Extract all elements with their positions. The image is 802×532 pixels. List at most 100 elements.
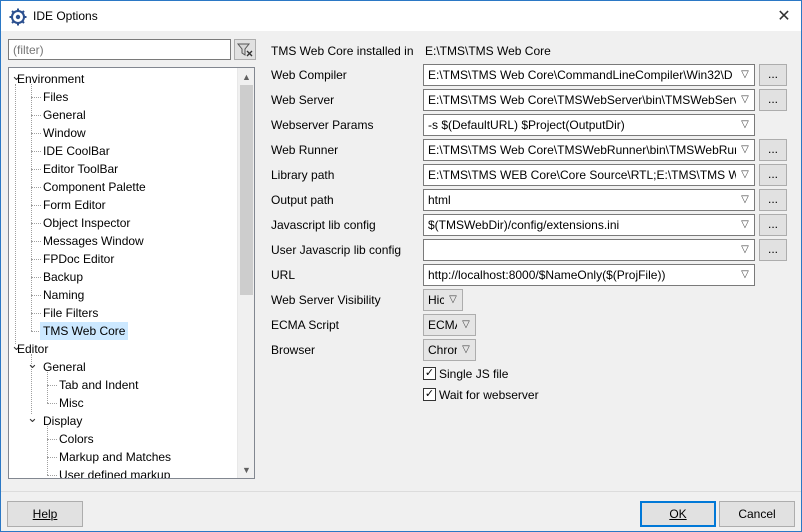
- chevron-down-icon[interactable]: ▽: [739, 68, 751, 82]
- installed-row: TMS Web Core installed in E:\TMS\TMS Web…: [261, 40, 801, 62]
- chevron-down-icon[interactable]: ▽: [447, 293, 459, 307]
- scroll-thumb[interactable]: [240, 85, 253, 295]
- js-lib-config-combo[interactable]: $(TMSWebDir)/config/extensions.ini ▽: [423, 214, 755, 236]
- output-path-value: html: [428, 193, 451, 207]
- chevron-down-icon[interactable]: ▽: [739, 143, 751, 157]
- output-path-row: Output path html ▽ ...: [261, 189, 801, 211]
- tree-item[interactable]: Markup and Matches: [9, 448, 238, 466]
- scroll-up-arrow-icon[interactable]: ▲: [238, 68, 254, 85]
- web-runner-label: Web Runner: [271, 143, 339, 157]
- browser-combo[interactable]: Chror ▽: [423, 339, 476, 361]
- tree-item[interactable]: ⌄ Environment: [9, 69, 238, 88]
- tree-item[interactable]: Tab and Indent: [9, 376, 238, 394]
- js-lib-config-browse-button[interactable]: ...: [759, 214, 787, 236]
- chevron-down-icon[interactable]: ⌄: [27, 411, 38, 430]
- tree-item[interactable]: Backup: [9, 268, 238, 286]
- tree-item[interactable]: Editor ToolBar: [9, 160, 238, 178]
- tree-item[interactable]: ⌄ Editor: [9, 339, 238, 358]
- scroll-down-arrow-icon[interactable]: ▼: [238, 461, 254, 478]
- chevron-down-icon[interactable]: ▽: [739, 218, 751, 232]
- web-compiler-value: E:\TMS\TMS Web Core\CommandLineCompiler\…: [428, 68, 733, 82]
- left-panel: ⌄EnvironmentFilesGeneralWindowIDE CoolBa…: [1, 31, 261, 491]
- tree-item[interactable]: Files: [9, 88, 238, 106]
- chevron-down-icon[interactable]: ▽: [739, 243, 751, 257]
- library-path-combo[interactable]: E:\TMS\TMS WEB Core\Core Source\RTL;E:\T…: [423, 164, 755, 186]
- web-server-combo[interactable]: E:\TMS\TMS Web Core\TMSWebServer\bin\TMS…: [423, 89, 755, 111]
- browser-label: Browser: [271, 343, 316, 357]
- web-compiler-browse-button[interactable]: ...: [759, 64, 787, 86]
- chevron-down-icon[interactable]: ▽: [460, 343, 472, 357]
- web-server-visibility-label: Web Server Visibility: [271, 293, 381, 307]
- tree-item[interactable]: IDE CoolBar: [9, 142, 238, 160]
- chevron-down-icon[interactable]: ▽: [460, 318, 472, 332]
- tree-item[interactable]: Misc: [9, 394, 238, 412]
- filter-input[interactable]: [8, 39, 231, 60]
- chevron-down-icon[interactable]: ▽: [739, 168, 751, 182]
- tree-item-label: Files: [43, 90, 69, 104]
- tree-item-label: Environment: [17, 72, 85, 86]
- tree-connector-line: [31, 133, 41, 134]
- title-bar: IDE Options ✕: [1, 1, 801, 31]
- tree-item-label: User defined markup: [59, 468, 171, 478]
- wait-for-webserver-checkbox[interactable]: ✓ Wait for webserver: [423, 387, 623, 405]
- help-button[interactable]: Help: [7, 501, 83, 527]
- user-js-lib-config-browse-button[interactable]: ...: [759, 239, 787, 261]
- chevron-down-icon[interactable]: ⌄: [27, 357, 38, 376]
- ecma-script-combo[interactable]: ECMA ▽: [423, 314, 476, 336]
- filter-clear-button[interactable]: [234, 39, 256, 60]
- chevron-down-icon[interactable]: ▽: [739, 118, 751, 132]
- tree-item[interactable]: File Filters: [9, 304, 238, 322]
- tree-item[interactable]: Window: [9, 124, 238, 142]
- tree-item-label: Component Palette: [43, 180, 146, 194]
- webserver-params-combo[interactable]: -s $(DefaultURL) $Project(OutputDir) ▽: [423, 114, 755, 136]
- close-icon[interactable]: ✕: [773, 5, 795, 27]
- tree-item[interactable]: Component Palette: [9, 178, 238, 196]
- tree-connector-line: [47, 426, 48, 475]
- tree-item[interactable]: Colors: [9, 430, 238, 448]
- tree-item[interactable]: User defined markup: [9, 466, 238, 478]
- tree-connector-line: [31, 241, 41, 242]
- chevron-down-icon[interactable]: ▽: [739, 268, 751, 282]
- output-path-browse-button[interactable]: ...: [759, 189, 787, 211]
- tree-item[interactable]: Object Inspector: [9, 214, 238, 232]
- library-path-browse-button[interactable]: ...: [759, 164, 787, 186]
- web-runner-combo[interactable]: E:\TMS\TMS Web Core\TMSWebRunner\bin\TMS…: [423, 139, 755, 161]
- tree-connector-line: [31, 115, 41, 116]
- checkmark-icon[interactable]: ✓: [423, 367, 436, 380]
- chevron-down-icon[interactable]: ▽: [739, 193, 751, 207]
- tree-item-label: General: [43, 360, 86, 374]
- js-lib-config-value: $(TMSWebDir)/config/extensions.ini: [428, 218, 620, 232]
- tree-item[interactable]: TMS Web Core: [9, 322, 238, 340]
- web-server-row: Web Server E:\TMS\TMS Web Core\TMSWebSer…: [261, 89, 801, 111]
- tree-item[interactable]: ⌄ Display: [9, 411, 238, 430]
- single-js-file-checkbox[interactable]: ✓ Single JS file: [423, 366, 623, 384]
- ok-button[interactable]: OK: [640, 501, 716, 527]
- tree-connector-line: [47, 475, 57, 476]
- web-server-browse-button[interactable]: ...: [759, 89, 787, 111]
- tree-item[interactable]: ⌄ General: [9, 357, 238, 376]
- options-tree[interactable]: ⌄ Environment Files General Window IDE CoolBa…: [8, 67, 255, 479]
- url-value: http://localhost:8000/$NameOnly($(ProjFi…: [428, 268, 666, 282]
- url-combo[interactable]: http://localhost:8000/$NameOnly($(ProjFi…: [423, 264, 755, 286]
- cancel-button[interactable]: Cancel: [719, 501, 795, 527]
- tree-connector-line: [31, 313, 41, 314]
- web-runner-browse-button[interactable]: ...: [759, 139, 787, 161]
- checkmark-icon[interactable]: ✓: [423, 388, 436, 401]
- tree-scrollbar[interactable]: ▲ ▼: [237, 68, 254, 478]
- tree-item[interactable]: General: [9, 106, 238, 124]
- web-compiler-combo[interactable]: E:\TMS\TMS Web Core\CommandLineCompiler\…: [423, 64, 755, 86]
- tree-item[interactable]: FPDoc Editor: [9, 250, 238, 268]
- tree-content: ⌄ Environment Files General Window IDE CoolBa…: [9, 68, 238, 478]
- tree-item[interactable]: Form Editor: [9, 196, 238, 214]
- web-server-visibility-combo[interactable]: Hic ▽: [423, 289, 463, 311]
- user-js-lib-config-combo[interactable]: ▽: [423, 239, 755, 261]
- web-runner-row: Web Runner E:\TMS\TMS Web Core\TMSWebRun…: [261, 139, 801, 161]
- tree-connector-line: [15, 84, 16, 344]
- output-path-combo[interactable]: html ▽: [423, 189, 755, 211]
- tree-item[interactable]: Messages Window: [9, 232, 238, 250]
- tree-item[interactable]: Naming: [9, 286, 238, 304]
- tree-connector-line: [47, 385, 57, 386]
- tree-connector-line: [31, 84, 32, 331]
- chevron-down-icon[interactable]: ▽: [739, 93, 751, 107]
- tree-item-label: Markup and Matches: [59, 450, 172, 464]
